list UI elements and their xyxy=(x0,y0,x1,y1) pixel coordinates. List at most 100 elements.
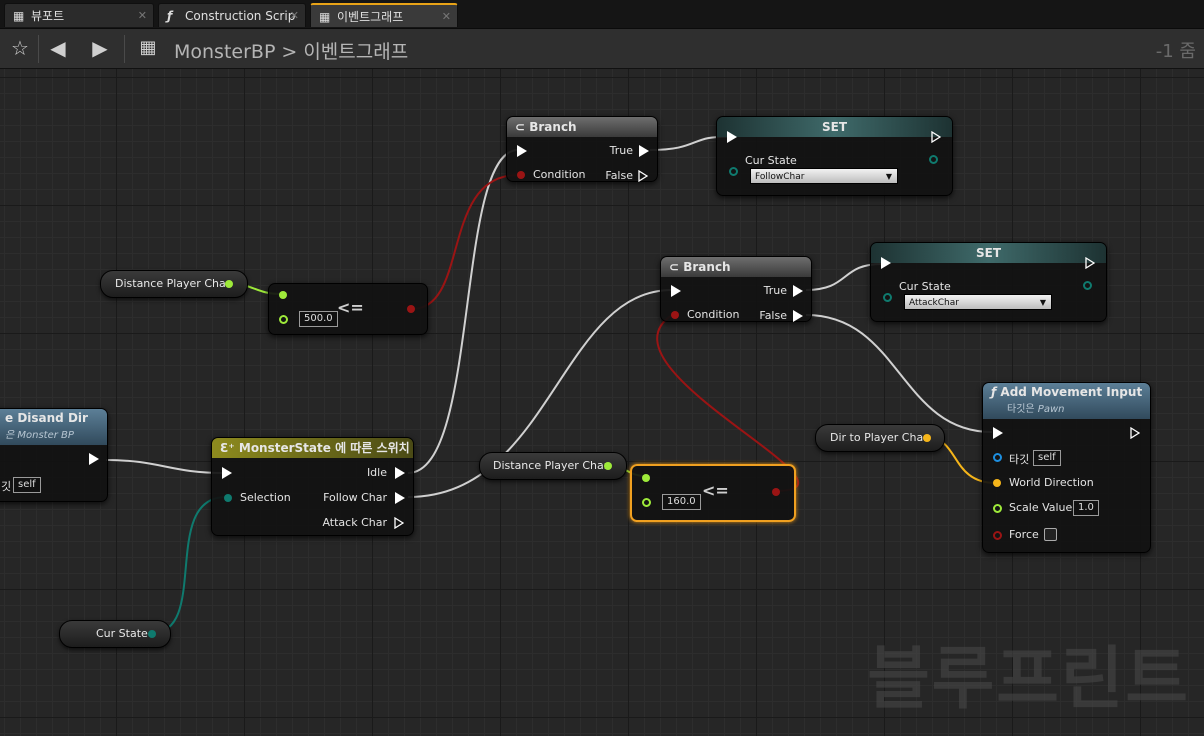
exec-in-pin[interactable] xyxy=(881,257,891,269)
forward-arrow-icon[interactable]: ▶ xyxy=(86,35,114,61)
tab-bar: ▦ 뷰포트 ✕ ƒ Construction Scrip ✕ ▦ 이벤트그래프 … xyxy=(0,0,1204,29)
float-in-pin[interactable] xyxy=(279,291,287,299)
breadcrumb-separator: > xyxy=(281,41,298,63)
scale-value-pin[interactable] xyxy=(993,504,1002,513)
vector-out-pin[interactable] xyxy=(923,434,931,442)
float-in-pin[interactable] xyxy=(279,315,288,324)
tab-construction-script[interactable]: ƒ Construction Scrip ✕ xyxy=(158,3,306,27)
star-icon[interactable]: ☆ xyxy=(6,35,34,61)
operator-label: <= xyxy=(337,298,364,317)
function-call-node[interactable]: e Disand Dir 은 Monster BP 깃 self xyxy=(0,408,108,502)
exec-true-pin[interactable] xyxy=(793,285,803,297)
pin-label: Follow Char xyxy=(323,491,387,504)
branch-node-header[interactable]: ⊂ Branch xyxy=(507,117,657,137)
exec-idle-pin[interactable] xyxy=(395,467,405,479)
state-dropdown[interactable]: FollowChar ▼ xyxy=(750,168,898,184)
compare-node-selected[interactable]: 160.0 <= xyxy=(630,464,796,522)
branch-node-header[interactable]: ⊂ Branch xyxy=(661,257,811,277)
exec-attack-pin[interactable] xyxy=(394,516,405,530)
get-cur-state[interactable]: Cur State xyxy=(59,620,171,648)
exec-follow-pin[interactable] xyxy=(395,492,405,504)
bool-out-pin[interactable] xyxy=(407,305,415,313)
graph-canvas[interactable]: ⊂ Branch True Condition False SET Cur St… xyxy=(0,69,1204,736)
close-icon[interactable]: ✕ xyxy=(290,4,299,28)
set-node[interactable]: SET Cur State FollowChar ▼ xyxy=(716,116,953,196)
switch-icon: Ɛ⁺ xyxy=(220,441,239,455)
enum-out-pin[interactable] xyxy=(148,630,156,638)
exec-in-pin[interactable] xyxy=(993,427,1003,439)
exec-in-pin[interactable] xyxy=(222,467,232,479)
function-node-header[interactable]: ƒ Add Movement Input 타깃은 Pawn xyxy=(983,383,1150,419)
tab-event-graph[interactable]: ▦ 이벤트그래프 ✕ xyxy=(310,3,458,27)
viewport-icon: ▦ xyxy=(13,9,25,23)
function-icon: ƒ xyxy=(167,9,173,23)
exec-true-pin[interactable] xyxy=(639,145,649,157)
condition-pin[interactable] xyxy=(517,171,525,179)
bool-out-pin[interactable] xyxy=(772,488,780,496)
pin-label: Scale Value xyxy=(1009,501,1073,514)
close-icon[interactable]: ✕ xyxy=(442,5,451,29)
pin-label: World Direction xyxy=(1009,476,1094,489)
get-distance-player-char[interactable]: Distance Player Char xyxy=(479,452,627,480)
exec-in-pin[interactable] xyxy=(727,131,737,143)
value-out-pin[interactable] xyxy=(929,155,938,164)
target-field[interactable]: self xyxy=(13,477,41,493)
value-field[interactable]: 160.0 xyxy=(662,494,701,510)
tab-viewport[interactable]: ▦ 뷰포트 ✕ xyxy=(4,3,154,27)
scale-value-field[interactable]: 1.0 xyxy=(1073,500,1099,516)
branch-node[interactable]: ⊂ Branch True Condition False xyxy=(660,256,812,322)
exec-out-pin[interactable] xyxy=(1130,426,1141,440)
get-distance-player-char[interactable]: Distance Player Char xyxy=(100,270,248,298)
target-pin[interactable] xyxy=(993,453,1002,462)
pin-label: Selection xyxy=(240,491,291,504)
close-icon[interactable]: ✕ xyxy=(138,4,147,28)
value-in-pin[interactable] xyxy=(729,167,738,176)
world-direction-pin[interactable] xyxy=(993,479,1001,487)
add-movement-input-node[interactable]: ƒ Add Movement Input 타깃은 Pawn 타깃 self Wo… xyxy=(982,382,1151,553)
exec-in-pin[interactable] xyxy=(671,285,681,297)
node-title: Branch xyxy=(529,120,577,134)
float-out-pin[interactable] xyxy=(225,280,233,288)
exec-false-pin[interactable] xyxy=(638,169,649,183)
float-in-pin[interactable] xyxy=(642,474,650,482)
value-out-pin[interactable] xyxy=(1083,281,1092,290)
set-node-header[interactable]: SET xyxy=(871,243,1106,263)
exec-out-pin[interactable] xyxy=(1085,256,1096,270)
exec-out-pin[interactable] xyxy=(931,130,942,144)
exec-false-pin[interactable] xyxy=(793,310,803,322)
force-pin[interactable] xyxy=(993,531,1002,540)
pin-label: False xyxy=(759,309,787,322)
pin-label: Condition xyxy=(687,308,740,321)
branch-node[interactable]: ⊂ Branch True Condition False xyxy=(506,116,658,183)
float-out-pin[interactable] xyxy=(604,462,612,470)
pin-label: Force xyxy=(1009,528,1039,541)
graph-toolbar: ☆ ◀ ▶ ▦ MonsterBP > 이벤트그래프 -1 줌 xyxy=(0,29,1204,69)
condition-pin[interactable] xyxy=(671,311,679,319)
node-subtitle-prefix: 타깃은 xyxy=(1007,404,1035,415)
node-title: e Disand Dir xyxy=(5,411,88,425)
get-dir-to-player-char[interactable]: Dir to Player Char xyxy=(815,424,945,452)
selection-pin[interactable] xyxy=(224,494,232,502)
set-node-header[interactable]: SET xyxy=(717,117,952,137)
float-in-pin[interactable] xyxy=(642,498,651,507)
pin-label: Condition xyxy=(533,168,586,181)
value-field[interactable]: 500.0 xyxy=(299,311,338,327)
event-graph-icon: ▦ xyxy=(319,10,331,24)
back-arrow-icon[interactable]: ◀ xyxy=(44,35,72,61)
breadcrumb-current: 이벤트그래프 xyxy=(303,41,409,63)
value-in-pin[interactable] xyxy=(883,293,892,302)
target-field[interactable]: self xyxy=(1033,450,1061,466)
chevron-down-icon: ▼ xyxy=(1039,298,1046,307)
compare-node[interactable]: 500.0 <= xyxy=(268,283,428,335)
exec-in-pin[interactable] xyxy=(517,145,527,157)
breadcrumb-root[interactable]: MonsterBP xyxy=(174,41,275,63)
exec-out-pin[interactable] xyxy=(89,453,99,465)
force-checkbox[interactable] xyxy=(1044,528,1057,541)
state-dropdown[interactable]: AttackChar ▼ xyxy=(904,294,1052,310)
set-node[interactable]: SET Cur State AttackChar ▼ xyxy=(870,242,1107,322)
switch-node-header[interactable]: Ɛ⁺ MonsterState 에 따른 스위치 xyxy=(212,438,413,458)
switch-on-enum-node[interactable]: Ɛ⁺ MonsterState 에 따른 스위치 Idle Selection … xyxy=(211,437,414,536)
pill-label: Distance Player Char xyxy=(493,459,609,472)
exec-wire xyxy=(805,314,993,433)
function-node-header[interactable]: e Disand Dir 은 Monster BP xyxy=(0,409,107,445)
